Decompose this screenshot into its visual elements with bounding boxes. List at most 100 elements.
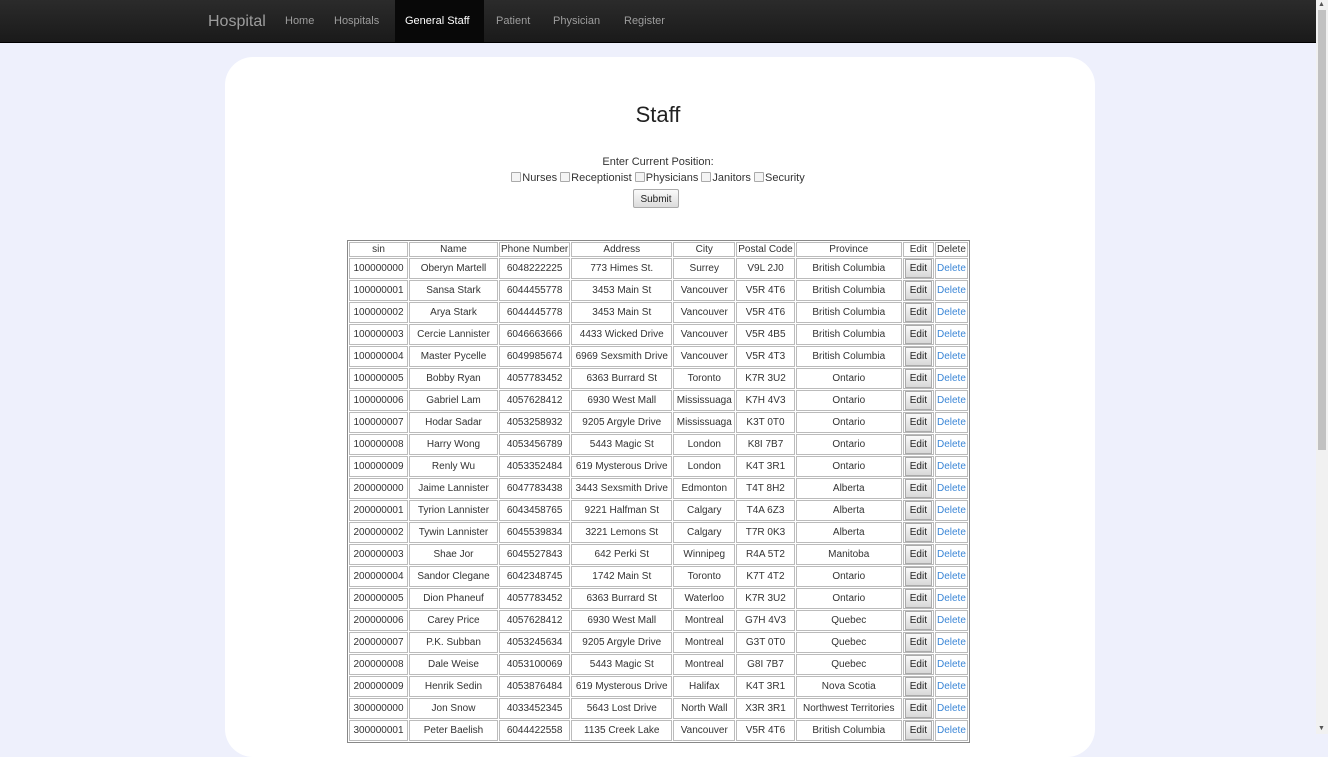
edit-button[interactable]: Edit: [904, 281, 932, 300]
checkbox-security[interactable]: [754, 172, 764, 182]
cell-edit: Edit: [902, 368, 934, 389]
cell-province: Alberta: [795, 478, 902, 499]
delete-link[interactable]: Delete: [937, 329, 966, 340]
delete-link[interactable]: Delete: [937, 505, 966, 516]
delete-link[interactable]: Delete: [937, 439, 966, 450]
delete-link[interactable]: Delete: [937, 483, 966, 494]
delete-link[interactable]: Delete: [937, 461, 966, 472]
cell-province: British Columbia: [795, 324, 902, 345]
cell-province: British Columbia: [795, 302, 902, 323]
edit-button[interactable]: Edit: [904, 259, 932, 278]
edit-button[interactable]: Edit: [904, 325, 932, 344]
cell-name: Tywin Lannister: [409, 522, 498, 543]
nav-patient[interactable]: Patient: [486, 0, 540, 42]
column-header: sin: [349, 242, 408, 257]
edit-button[interactable]: Edit: [904, 611, 932, 630]
nav-hospitals[interactable]: Hospitals: [324, 0, 389, 42]
edit-button[interactable]: Edit: [904, 523, 932, 542]
cell-name: Peter Baelish: [409, 720, 498, 741]
nav-physician[interactable]: Physician: [543, 0, 610, 42]
cell-sin: 100000005: [349, 368, 408, 389]
delete-link[interactable]: Delete: [937, 703, 966, 714]
delete-link[interactable]: Delete: [937, 351, 966, 362]
delete-link[interactable]: Delete: [937, 725, 966, 736]
cell-address: 6363 Burrard St: [571, 588, 673, 609]
checkbox-physicians[interactable]: [634, 172, 645, 182]
delete-link[interactable]: Delete: [937, 615, 966, 626]
delete-link[interactable]: Delete: [937, 263, 966, 274]
checkbox-janitors[interactable]: [701, 172, 712, 182]
cell-edit: Edit: [902, 676, 934, 697]
edit-button[interactable]: Edit: [904, 589, 932, 608]
delete-link[interactable]: Delete: [937, 681, 966, 692]
edit-button[interactable]: Edit: [904, 699, 932, 718]
edit-button[interactable]: Edit: [904, 655, 932, 674]
cell-address: 6969 Sexsmith Drive: [571, 346, 673, 367]
delete-link[interactable]: Delete: [937, 637, 966, 648]
table-row: 100000008 Harry Wong 4053456789 5443 Magic …: [349, 434, 968, 455]
edit-button[interactable]: Edit: [904, 501, 932, 520]
edit-button[interactable]: Edit: [904, 413, 932, 432]
delete-link[interactable]: Delete: [937, 549, 966, 560]
edit-button[interactable]: Edit: [904, 369, 932, 388]
cell-province: Alberta: [795, 500, 902, 521]
edit-button[interactable]: Edit: [904, 479, 932, 498]
cell-postal-code: K7R 3U2: [736, 588, 795, 609]
delete-link[interactable]: Delete: [937, 307, 966, 318]
cell-edit: Edit: [902, 346, 934, 367]
edit-button[interactable]: Edit: [904, 391, 932, 410]
table-row: 200000008 Dale Weise 4053100069 5443 Magic …: [349, 654, 968, 675]
table-row: 200000005 Dion Phaneuf 4057783452 6363 Burr…: [349, 588, 968, 609]
checkbox-receptionist[interactable]: [560, 172, 571, 182]
delete-link[interactable]: Delete: [937, 395, 966, 406]
table-row: 200000007 P.K. Subban 4053245634 9205 Argyl…: [349, 632, 968, 653]
delete-link[interactable]: Delete: [937, 527, 966, 538]
table-row: 100000001 Sansa Stark 6044455778 3453 Main …: [349, 280, 968, 301]
delete-link[interactable]: Delete: [937, 571, 966, 582]
nav-home[interactable]: Home: [275, 0, 324, 42]
cell-delete: Delete: [934, 434, 968, 455]
page-scrollbar[interactable]: ▲ ▼: [1316, 0, 1328, 734]
edit-button[interactable]: Edit: [904, 721, 932, 740]
cell-phone: 4057628412: [499, 390, 571, 411]
delete-link[interactable]: Delete: [937, 659, 966, 670]
cell-delete: Delete: [934, 544, 968, 565]
edit-button[interactable]: Edit: [904, 677, 932, 696]
edit-button[interactable]: Edit: [904, 303, 932, 322]
cell-phone: 4053352484: [499, 456, 571, 477]
cell-city: Vancouver: [673, 280, 736, 301]
cell-address: 9205 Argyle Drive: [571, 412, 673, 433]
edit-button[interactable]: Edit: [904, 567, 932, 586]
cell-postal-code: K7T 4T2: [736, 566, 795, 587]
edit-button[interactable]: Edit: [904, 435, 932, 454]
edit-button[interactable]: Edit: [904, 633, 932, 652]
delete-link[interactable]: Delete: [937, 285, 966, 296]
delete-link[interactable]: Delete: [937, 417, 966, 428]
column-header: Name: [409, 242, 498, 257]
cell-address: 6930 West Mall: [571, 390, 673, 411]
brand-logo[interactable]: Hospital: [208, 13, 266, 31]
edit-button[interactable]: Edit: [904, 545, 932, 564]
column-header: Province: [795, 242, 902, 257]
submit-button[interactable]: Submit: [633, 189, 679, 208]
scroll-down-arrow-icon[interactable]: ▼: [1318, 725, 1325, 733]
nav-general-staff[interactable]: General Staff: [395, 0, 484, 42]
cell-edit: Edit: [902, 588, 934, 609]
cell-address: 1742 Main St: [571, 566, 673, 587]
cell-name: Sandor Clegane: [409, 566, 498, 587]
checkbox-nurses[interactable]: [511, 172, 522, 182]
cell-delete: Delete: [934, 302, 968, 323]
cell-delete: Delete: [934, 500, 968, 521]
cell-postal-code: K7R 3U2: [736, 368, 795, 389]
scroll-up-arrow-icon[interactable]: ▲: [1318, 1, 1325, 9]
table-header-row: sin Name Phone Number Address City Posta…: [349, 242, 968, 257]
nav-register[interactable]: Register: [614, 0, 675, 42]
edit-button[interactable]: Edit: [904, 457, 932, 476]
delete-link[interactable]: Delete: [937, 593, 966, 604]
checkbox-label-security: Security: [765, 172, 805, 184]
scrollbar-thumb[interactable]: [1318, 10, 1326, 450]
cell-city: Toronto: [673, 566, 736, 587]
cell-address: 5643 Lost Drive: [571, 698, 673, 719]
edit-button[interactable]: Edit: [904, 347, 932, 366]
delete-link[interactable]: Delete: [937, 373, 966, 384]
